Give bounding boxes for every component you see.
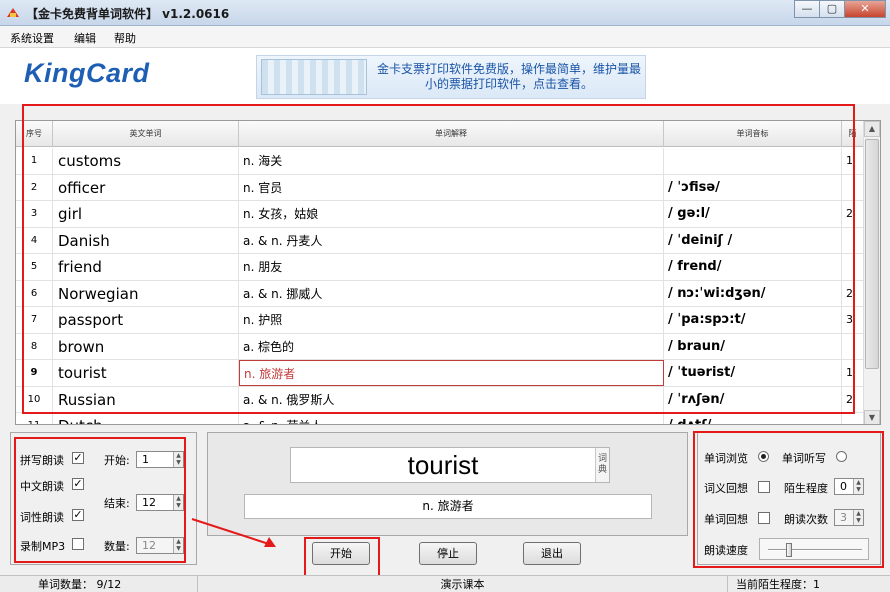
minimize-button[interactable]: — — [794, 0, 820, 18]
current-word: tourist — [407, 450, 479, 480]
table-scrollbar[interactable]: ▲ ▼ — [863, 121, 880, 424]
ad-thumbnail — [261, 59, 367, 95]
scroll-thumb[interactable] — [865, 139, 879, 369]
current-word-box: tourist 词典 — [290, 447, 610, 483]
annotation-table-highlight — [22, 104, 855, 414]
app-icon — [7, 8, 19, 17]
status-strangeness: 当前陌生程度：1 — [736, 578, 820, 591]
menu-help[interactable]: 帮助 — [114, 30, 136, 46]
menu-system-settings[interactable]: 系统设置 — [10, 30, 54, 46]
scroll-down-icon[interactable]: ▼ — [864, 410, 880, 424]
current-definition: n. 旅游者 — [244, 494, 652, 519]
status-word-count: 单词数量： 9/12 — [0, 576, 198, 592]
menu-edit[interactable]: 编辑 — [74, 30, 96, 46]
annotation-start-highlight — [304, 537, 380, 579]
window-title: 【金卡免费背单词软件】 v1.2.0616 — [26, 7, 230, 21]
close-button[interactable]: ✕ — [844, 0, 886, 18]
row-definition: a. & n. 荷兰人 — [239, 413, 664, 424]
ad-banner[interactable]: 金卡支票打印软件免费版，操作最简单，维护量最小的票据打印软件，点击查看。 — [256, 55, 646, 99]
maximize-button[interactable]: ▢ — [819, 0, 845, 18]
annotation-mode-highlight — [693, 431, 884, 568]
annotation-options-highlight — [14, 437, 186, 563]
banner: KingCard 金卡支票打印软件免费版，操作最简单，维护量最小的票据打印软件，… — [0, 48, 890, 104]
row-number: 11 — [16, 413, 53, 424]
table-row[interactable]: 11 Dutch a. & n. 荷兰人 / dʌtʃ/ — [16, 413, 864, 424]
dictionary-button[interactable]: 词典 — [595, 448, 609, 482]
exit-button[interactable]: 退出 — [523, 542, 581, 565]
row-strangeness — [842, 413, 864, 424]
status-course: 演示课本 — [198, 576, 728, 592]
scroll-up-icon[interactable]: ▲ — [864, 121, 880, 137]
row-word: Dutch — [53, 413, 239, 424]
stop-button[interactable]: 停止 — [419, 542, 477, 565]
kingcard-logo: KingCard — [24, 58, 150, 88]
annotation-arrow-icon — [191, 518, 276, 547]
ad-text[interactable]: 金卡支票打印软件免费版，操作最简单，维护量最小的票据打印软件，点击查看。 — [373, 62, 645, 92]
status-bar: 单词数量： 9/12 演示课本 当前陌生程度：1 — [0, 575, 890, 592]
title-bar: 【金卡免费背单词软件】 v1.2.0616 — ▢ ✕ — [0, 0, 890, 26]
window-controls: — ▢ ✕ — [794, 0, 886, 18]
menu-bar: 系统设置 编辑 帮助 — [0, 26, 890, 48]
row-phonetic: / dʌtʃ/ — [664, 413, 842, 424]
